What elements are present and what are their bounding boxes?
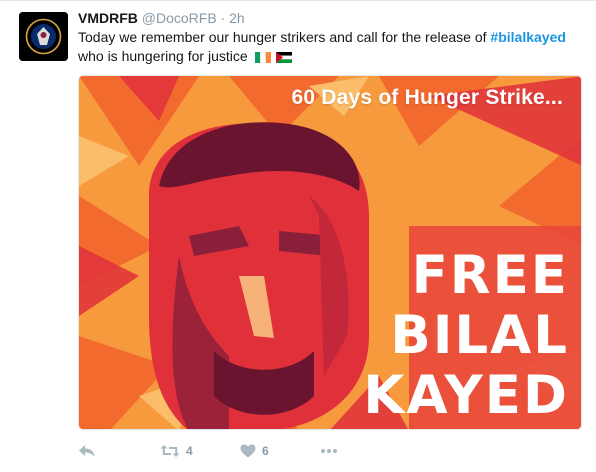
avatar[interactable]: [19, 12, 68, 61]
tweet-text-before: Today we remember our hunger strikers an…: [78, 29, 491, 45]
author-handle[interactable]: @DocoRFB: [142, 10, 217, 26]
poster-line-bilal: BILAL: [390, 305, 569, 366]
hashtag-link[interactable]: #bilalkayed: [490, 29, 566, 45]
poster-caption: 60 Days of Hunger Strike...: [291, 86, 563, 109]
poster-line-free: FREE: [411, 245, 569, 306]
more-button[interactable]: [320, 448, 338, 454]
retweet-icon: [160, 445, 180, 457]
tweet-actions: 4 6: [78, 439, 338, 463]
separator: ·: [220, 10, 226, 26]
flag-emojis: [254, 49, 295, 68]
reply-icon: [79, 445, 95, 457]
ireland-flag-icon: [254, 52, 271, 63]
timestamp[interactable]: 2h: [229, 10, 245, 26]
tweet-header: VMDRFB @DocoRFB · 2h: [78, 9, 245, 27]
heart-icon: [240, 444, 256, 458]
like-button[interactable]: 6: [240, 444, 320, 458]
tweet-text-after: who is hungering for justice: [78, 48, 248, 64]
tweet-media-image[interactable]: 60 Days of Hunger Strike... FREE BILAL K…: [78, 75, 582, 430]
like-count: 6: [262, 444, 269, 458]
more-icon: [321, 449, 337, 453]
author-name[interactable]: VMDRFB: [78, 10, 138, 26]
tweet[interactable]: VMDRFB @DocoRFB · 2h Today we remember o…: [0, 0, 596, 472]
tweet-text: Today we remember our hunger strikers an…: [78, 28, 583, 68]
retweet-count: 4: [186, 444, 193, 458]
poster-line-kayed: KAYED: [363, 365, 569, 426]
reply-button[interactable]: [78, 444, 160, 458]
retweet-button[interactable]: 4: [160, 444, 240, 458]
avatar-logo: [19, 12, 68, 61]
palestine-flag-icon: [276, 52, 293, 63]
